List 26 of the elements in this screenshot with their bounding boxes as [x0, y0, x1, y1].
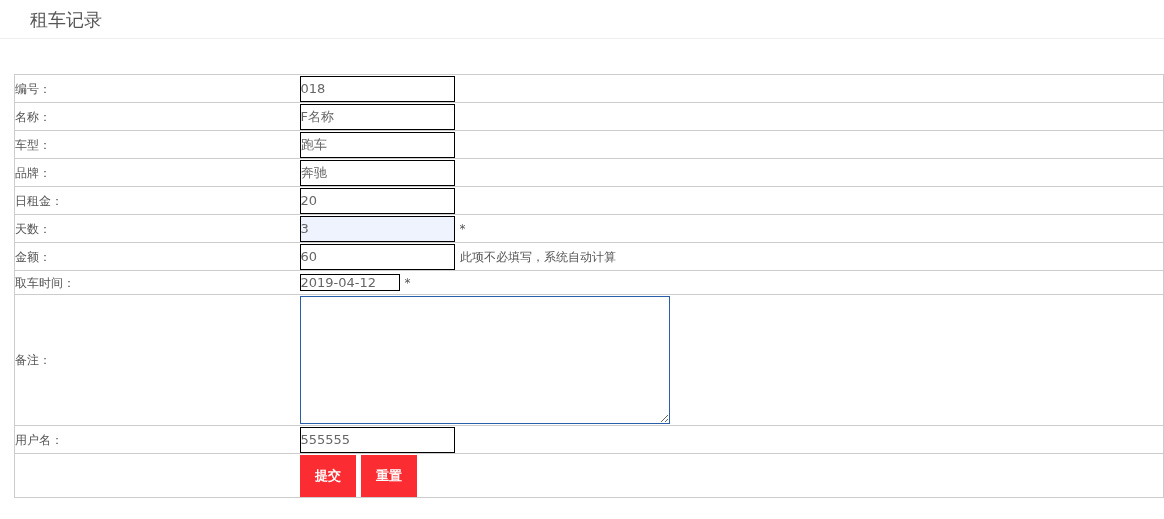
input-field[interactable]: 555555 [299, 426, 455, 453]
field-label: 用户名： [15, 432, 63, 447]
input-field[interactable]: 60 [299, 243, 455, 270]
form-button[interactable]: 提交 [299, 455, 356, 497]
input-field[interactable]: 跑车 [299, 131, 455, 158]
date-field[interactable]: 2019-04-12 [299, 274, 400, 291]
field-label: 金额： [15, 249, 51, 264]
field-label: 天数： [15, 221, 51, 236]
field-label: 取车时间： [15, 275, 75, 290]
field-label: 编号： [15, 81, 51, 96]
field-label: 备注： [15, 353, 51, 367]
field-label: 日租金： [15, 193, 63, 208]
field-label: 车型： [15, 137, 51, 152]
field-note: 此项不必填写，系统自动计算 [459, 248, 616, 266]
form-button[interactable]: 重置 [360, 455, 417, 497]
input-field[interactable]: 奔驰 [299, 159, 455, 186]
input-field[interactable]: 20 [299, 187, 455, 214]
field-note: * [459, 220, 466, 238]
field-label: 品牌： [15, 165, 51, 180]
textarea-field[interactable] [299, 296, 670, 424]
input-field[interactable]: F名称 [299, 103, 455, 130]
field-label: 名称： [15, 109, 51, 124]
input-field[interactable]: 018 [299, 75, 455, 102]
field-note: * [404, 274, 411, 292]
input-field[interactable]: 3 [299, 215, 455, 242]
page-title: 租车记录 [30, 7, 102, 32]
